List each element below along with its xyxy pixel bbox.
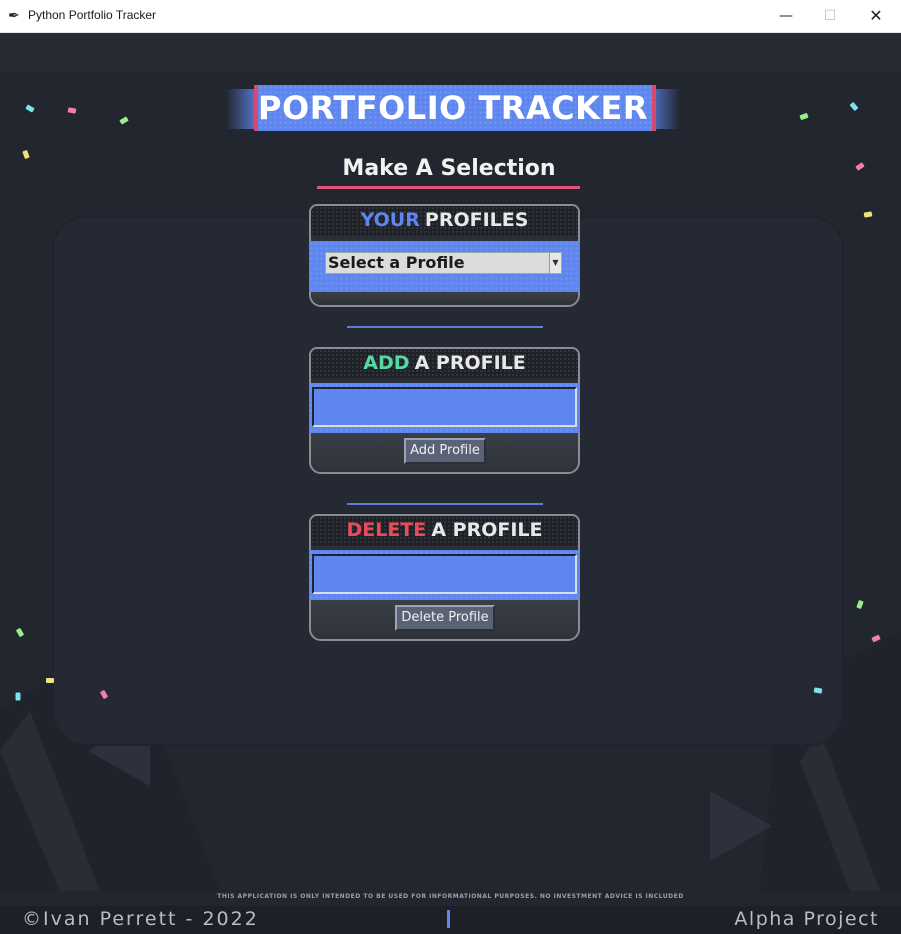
section-divider (347, 326, 543, 328)
section-divider (347, 503, 543, 505)
delete-profile-header-word2: A PROFILE (431, 519, 543, 541)
heading-underline (317, 186, 580, 189)
disclaimer-text: THIS APPLICATION IS ONLY INTENDED TO BE … (217, 893, 684, 900)
your-profiles-header: YOUR PROFILES (311, 206, 578, 236)
delete-profile-input[interactable] (312, 554, 577, 594)
your-profiles-footer (311, 292, 578, 305)
add-profile-header: ADD A PROFILE (311, 349, 578, 379)
center-marker (447, 910, 450, 928)
profile-select-value: Select a Profile (328, 253, 465, 272)
minimize-button[interactable]: — (763, 0, 809, 32)
copyright-text: ©Ivan Perrett - 2022 (22, 908, 259, 930)
add-profile-button[interactable]: Add Profile (404, 438, 486, 464)
delete-profile-button[interactable]: Delete Profile (395, 605, 495, 631)
close-button[interactable]: ✕ (853, 0, 899, 32)
your-profiles-band: Select a Profile ▼ (309, 241, 580, 292)
add-profile-header-word2: A PROFILE (414, 352, 526, 374)
add-profile-band (309, 383, 580, 433)
delete-profile-footer: Delete Profile (311, 600, 578, 639)
your-profiles-section: YOUR PROFILES Select a Profile ▼ (309, 204, 580, 307)
delete-profile-band (309, 550, 580, 600)
delete-profile-header: DELETE A PROFILE (311, 516, 578, 546)
your-profiles-header-word1: YOUR (360, 209, 420, 231)
page-heading: Make A Selection (342, 156, 556, 181)
window-titlebar: ✒ Python Portfolio Tracker — ☐ ✕ (0, 0, 901, 33)
window-title: Python Portfolio Tracker (28, 8, 157, 22)
add-profile-input[interactable] (312, 387, 577, 427)
delete-profile-section: DELETE A PROFILE Delete Profile (309, 514, 580, 641)
title-banner: PORTFOLIO TRACKER (226, 83, 680, 133)
banner-title: PORTFOLIO TRACKER (258, 89, 648, 127)
add-profile-section: ADD A PROFILE Add Profile (309, 347, 580, 474)
profile-select[interactable]: Select a Profile ▼ (325, 252, 562, 274)
dropdown-arrow-icon[interactable]: ▼ (549, 253, 561, 273)
feather-icon: ✒ (8, 8, 20, 24)
project-label: Alpha Project (734, 908, 879, 930)
add-profile-footer: Add Profile (311, 433, 578, 472)
your-profiles-header-word2: PROFILES (424, 209, 529, 231)
maximize-button[interactable]: ☐ (807, 0, 853, 32)
top-band (0, 33, 901, 73)
delete-profile-header-word1: DELETE (346, 519, 427, 541)
background-decor (0, 71, 901, 891)
add-profile-header-word1: ADD (363, 352, 410, 374)
confetti (46, 678, 54, 683)
status-bar: ©Ivan Perrett - 2022 Alpha Project (0, 906, 901, 934)
confetti (15, 692, 21, 701)
